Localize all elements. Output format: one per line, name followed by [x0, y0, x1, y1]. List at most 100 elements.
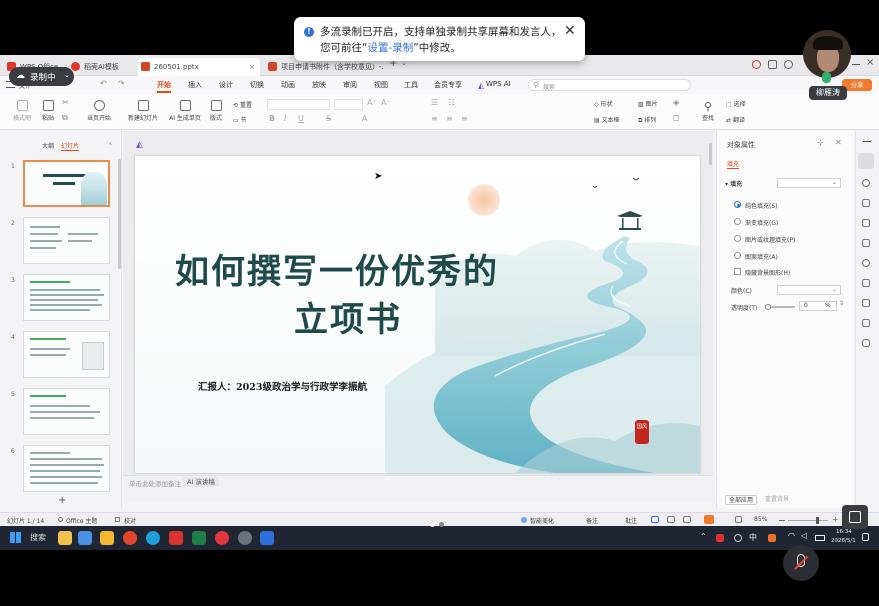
transparency-input[interactable]: 0 % — [799, 301, 837, 311]
stepper-icon[interactable]: ⇕ — [839, 300, 844, 307]
translate-button[interactable]: ⇄ 翻译 — [726, 115, 745, 124]
notes-button[interactable]: 备注 — [586, 516, 598, 525]
palette-icon[interactable] — [862, 259, 870, 267]
color-select[interactable]: ⌄ — [777, 285, 841, 295]
file-explorer-icon[interactable] — [58, 531, 72, 545]
layout-button[interactable]: 版式 — [207, 100, 225, 122]
align-right-icon[interactable]: ≡ — [461, 114, 468, 123]
italic-icon[interactable]: I — [284, 114, 286, 123]
tab-member[interactable]: 会员专享 — [434, 80, 462, 90]
numbering-icon[interactable]: ☷ — [448, 98, 455, 107]
settings-record-link[interactable]: 设置-录制 — [367, 42, 413, 54]
section-button[interactable]: ▭ 节 — [233, 115, 247, 124]
slide-thumbnail-2[interactable] — [23, 217, 110, 264]
close-window-icon[interactable]: × — [866, 57, 874, 68]
minimize-panel-icon[interactable] — [863, 141, 871, 143]
tab-transition[interactable]: 切换 — [250, 80, 264, 90]
tab-view[interactable]: 视图 — [374, 80, 388, 90]
font-shrink-icon[interactable]: A⁻ — [381, 98, 391, 107]
reset-button[interactable]: ⟲ 重置 — [233, 100, 252, 109]
tray-icon-3[interactable] — [768, 534, 776, 542]
tab-wps-ai[interactable]: WPS AI — [486, 80, 511, 88]
option-picture-fill[interactable]: 图片或纹理填充(P) — [745, 235, 795, 244]
current-slide[interactable]: 国风 如何撰写一份优秀的 立项书 汇报人：2023级政治学与行政学李振航 — [135, 156, 700, 473]
clock-time[interactable]: 16:34 — [836, 529, 852, 535]
pin-icon[interactable]: ⊹ — [817, 138, 824, 147]
new-slide-button[interactable]: 新建幻灯片 — [126, 100, 160, 122]
zoom-in-icon[interactable]: + — [832, 515, 839, 524]
wifi-icon[interactable]: ◠ — [788, 531, 795, 540]
copy-icon[interactable]: ⧉ — [62, 113, 68, 123]
tab-animation[interactable]: 动画 — [281, 80, 295, 90]
proofing-button[interactable]: 校对 — [124, 516, 136, 525]
tab-fill[interactable]: 填充 — [727, 159, 740, 169]
tab-daoke-ai[interactable]: 稻壳AI模板 — [68, 58, 134, 76]
tab-start[interactable]: 开始 — [157, 80, 171, 93]
design-icon[interactable] — [862, 239, 870, 247]
tab-outline[interactable]: 大纲 — [42, 141, 54, 150]
slide-thumbnail-5[interactable] — [23, 388, 110, 435]
wps-taskbar-icon[interactable] — [169, 531, 183, 545]
paste-button[interactable]: 粘贴 — [39, 100, 57, 122]
align-left-icon[interactable]: ≡ — [431, 114, 438, 123]
copy-icon[interactable] — [862, 199, 870, 207]
strikethrough-icon[interactable]: S — [326, 114, 331, 123]
mute-mic-button[interactable] — [783, 545, 819, 581]
folder-icon[interactable] — [100, 531, 114, 545]
font-color-icon[interactable]: A — [362, 114, 367, 123]
tab-slides[interactable]: 幻灯片 — [61, 141, 80, 151]
slide-thumbnail-3[interactable] — [23, 274, 110, 321]
option-solid-fill[interactable]: 纯色填充(S) — [745, 201, 778, 210]
thumbnail-scrollbar[interactable] — [118, 159, 121, 269]
tray-icon-2[interactable] — [734, 534, 742, 542]
shapes-button[interactable]: ◇ 形状 — [594, 99, 613, 108]
ai-script-button[interactable]: AI 演讲稿 — [183, 477, 219, 487]
notification-icon[interactable] — [862, 533, 869, 541]
hide-bg-checkbox[interactable] — [734, 268, 741, 275]
apply-all-button[interactable]: 全部应用 — [725, 495, 758, 505]
tab-slideshow[interactable]: 放映 — [312, 80, 326, 90]
tray-icon-1[interactable] — [716, 534, 724, 542]
align-center-icon[interactable]: ≡ — [446, 114, 453, 123]
fullscreen-toggle-button[interactable] — [842, 505, 868, 529]
undo-icon[interactable]: ↶ — [100, 79, 107, 88]
tab-insert[interactable]: 插入 — [188, 80, 202, 90]
arrange-button[interactable]: ⧉ 排列 — [638, 115, 656, 125]
radio-picture-fill[interactable] — [734, 235, 741, 242]
outline-icon[interactable]: ◻ — [673, 113, 680, 122]
taskview-icon[interactable] — [78, 531, 92, 545]
cut-icon[interactable]: ✂ — [62, 98, 69, 107]
input-mode[interactable]: 中 — [749, 532, 757, 543]
underline-icon[interactable]: U — [298, 114, 304, 123]
textbox-button[interactable]: ▤ 文本框 — [594, 115, 620, 124]
volume-icon[interactable]: ◁ — [801, 531, 807, 540]
close-icon[interactable]: ✕ — [835, 138, 842, 147]
minimize-icon[interactable] — [852, 64, 860, 66]
slide-thumbnail-4[interactable] — [23, 331, 110, 378]
zoom-out-icon[interactable] — [779, 520, 785, 522]
windows-start-icon[interactable] — [10, 532, 21, 543]
transparency-slider[interactable] — [765, 303, 795, 310]
font-name-select[interactable] — [267, 99, 330, 110]
collapse-panel-icon[interactable]: ‹ — [109, 139, 112, 148]
bold-icon[interactable]: B — [269, 114, 275, 123]
fill-type-select[interactable]: ⌄ — [777, 178, 841, 188]
slide-thumbnail-1[interactable] — [23, 160, 110, 207]
option-pattern-fill[interactable]: 图案填充(A) — [745, 252, 778, 261]
font-grow-icon[interactable]: A⁺ — [367, 98, 377, 107]
comments-button[interactable]: 批注 — [625, 516, 637, 525]
canvas-scrollbar[interactable] — [709, 143, 712, 165]
add-slide-button[interactable]: + — [58, 495, 66, 506]
play-slideshow-button[interactable] — [704, 515, 714, 524]
zoom-slider[interactable] — [788, 517, 828, 524]
tab-tools[interactable]: 工具 — [404, 80, 418, 90]
netease-icon[interactable] — [215, 531, 229, 545]
zoom-slider-handle[interactable] — [816, 517, 819, 524]
frame-icon[interactable] — [862, 299, 870, 307]
window-icon-3[interactable] — [784, 60, 793, 69]
settings-gear-icon[interactable] — [238, 531, 252, 545]
format-painter-button[interactable]: 格式刷 — [12, 100, 32, 122]
magic-icon[interactable] — [862, 219, 870, 227]
edge-icon[interactable] — [146, 531, 160, 545]
redo-icon[interactable]: ↷ — [118, 79, 125, 88]
